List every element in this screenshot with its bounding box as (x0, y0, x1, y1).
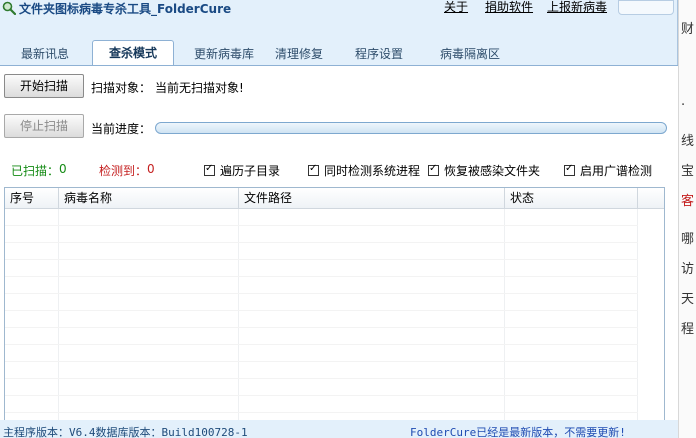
row-grid-line (5, 344, 638, 345)
side-text: 宝 (681, 164, 695, 179)
column-header-filler (638, 188, 664, 209)
tab-scan-mode[interactable]: 查杀模式 (92, 40, 174, 66)
column-divider (238, 209, 239, 420)
scan-target-label: 扫描对象： (91, 81, 152, 95)
tab-quarantine[interactable]: 病毒隔离区 (430, 43, 510, 65)
side-text: 哪 (681, 232, 695, 247)
stop-scan-button[interactable]: 停止扫描 (4, 114, 84, 138)
row-grid-line (5, 293, 638, 294)
window-controls[interactable] (618, 0, 674, 15)
recurse-subdirs-checkbox[interactable]: 遍历子目录 (204, 162, 280, 178)
side-text: 客 (681, 194, 695, 209)
row-grid-line (5, 395, 638, 396)
checkbox-box (428, 163, 439, 176)
row-grid-line (5, 225, 638, 226)
update-status: FolderCure已经是最新版本，不需要更新! (410, 426, 626, 438)
start-scan-button[interactable]: 开始扫描 (4, 74, 84, 98)
scan-progress-bar (155, 122, 667, 134)
progress-label: 当前进度： (91, 122, 152, 136)
window-title: 文件夹图标病毒专杀工具_FolderCure (19, 2, 232, 16)
background-window-edge: 财 · 线 宝 客 哪 访 天 程 (678, 0, 696, 438)
column-divider (504, 209, 505, 420)
tab-clean-repair[interactable]: 清理修复 (266, 43, 332, 65)
row-grid-line (5, 310, 638, 311)
foldercure-window: 文件夹图标病毒专杀工具_FolderCure 关于 捐助软件 上报新病毒 最新讯… (0, 0, 678, 438)
status-bar: 主程序版本：V6.4数据库版本：Build100728-1 FolderCure… (0, 420, 678, 438)
row-grid-line (5, 259, 638, 260)
column-header-virus-name[interactable]: 病毒名称 (59, 188, 239, 209)
tab-update-database[interactable]: 更新病毒库 (184, 43, 264, 65)
side-text: 财 (681, 22, 695, 37)
tab-bar: 最新讯息 查杀模式 更新病毒库 清理修复 程序设置 病毒隔离区 (0, 40, 678, 66)
version-info: 主程序版本：V6.4数据库版本：Build100728-1 (3, 426, 248, 438)
side-text: 线 (681, 134, 695, 149)
detection-list[interactable]: 序号 病毒名称 文件路径 状态 (4, 187, 665, 421)
scan-processes-checkbox[interactable]: 同时检测系统进程 (308, 162, 420, 178)
scan-panel: 开始扫描 扫描对象： 当前无扫描对象! 停止扫描 当前进度： 已扫描： 0 检测… (0, 65, 678, 421)
column-header-index[interactable]: 序号 (5, 188, 59, 209)
heuristic-scan-checkbox[interactable]: 启用广谱检测 (564, 162, 652, 178)
row-grid-line (5, 361, 638, 362)
row-grid-line (5, 378, 638, 379)
side-text: · (681, 98, 686, 113)
option-label: 同时检测系统进程 (324, 164, 421, 178)
column-divider (58, 209, 59, 420)
column-header-file-path[interactable]: 文件路径 (239, 188, 505, 209)
title-bar: 文件夹图标病毒专杀工具_FolderCure 关于 捐助软件 上报新病毒 (0, 0, 678, 18)
row-grid-line (5, 412, 638, 413)
row-grid-line (5, 327, 638, 328)
checkbox-box (564, 163, 575, 176)
option-label: 恢复被感染文件夹 (444, 164, 541, 178)
tab-settings[interactable]: 程序设置 (346, 43, 412, 65)
list-scroll-area (638, 209, 664, 420)
tab-latest-news[interactable]: 最新讯息 (8, 43, 82, 65)
checkbox-box (204, 163, 215, 176)
report-virus-link[interactable]: 上报新病毒 (547, 0, 607, 15)
scan-target-value: 当前无扫描对象! (155, 81, 244, 95)
option-label: 遍历子目录 (220, 164, 281, 178)
restore-folders-checkbox[interactable]: 恢复被感染文件夹 (428, 162, 540, 178)
scanned-count: 0 (59, 162, 67, 176)
side-text: 程 (681, 322, 695, 337)
donate-link[interactable]: 捐助软件 (485, 0, 533, 15)
row-grid-line (5, 242, 638, 243)
side-text: 访 (681, 262, 695, 277)
about-link[interactable]: 关于 (444, 0, 468, 15)
column-header-status[interactable]: 状态 (505, 188, 638, 209)
side-text: 天 (681, 292, 695, 307)
option-label: 启用广谱检测 (580, 164, 653, 178)
checkbox-box (308, 163, 319, 176)
magnifier-icon (2, 1, 16, 15)
detected-count: 0 (147, 162, 155, 176)
row-grid-line (5, 276, 638, 277)
scanned-label: 已扫描： (11, 164, 60, 178)
detected-label: 检测到： (99, 164, 148, 178)
